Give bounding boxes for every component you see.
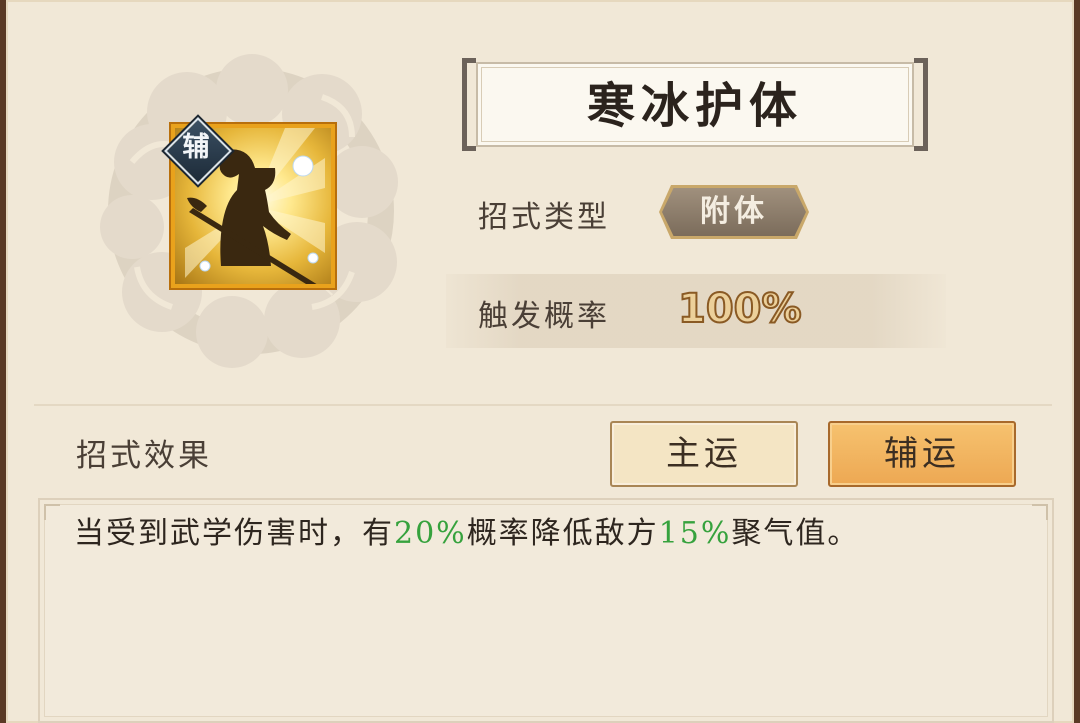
title-bracket-right xyxy=(914,58,928,151)
tab-assist-run[interactable]: 辅运 xyxy=(828,421,1016,487)
type-label: 招式类型 xyxy=(478,200,610,235)
corner-ornament xyxy=(1032,504,1048,520)
desc-value-chance: 20% xyxy=(394,516,467,551)
skill-detail-panel: 辅 寒冰护体 招式类型 附体 触发概率 100% 招式效果 主运 辅运 当受到武… xyxy=(6,0,1074,723)
effect-description: 当受到武学伤害时，有20%概率降低敌方15%聚气值。 xyxy=(74,512,1034,556)
title-bracket-left xyxy=(462,58,476,151)
type-badge: 附体 xyxy=(662,188,806,236)
desc-part-2: 概率降低敌方 xyxy=(466,516,659,551)
desc-part-3: 聚气值。 xyxy=(731,516,860,551)
tab-main-run[interactable]: 主运 xyxy=(610,421,798,487)
role-badge: 辅 xyxy=(164,117,232,185)
corner-ornament xyxy=(44,504,60,520)
skill-title: 寒冰护体 xyxy=(476,62,914,147)
rate-value: 100% xyxy=(677,285,803,333)
section-divider xyxy=(34,404,1052,406)
effect-section-label: 招式效果 xyxy=(76,438,212,474)
role-badge-text: 辅 xyxy=(182,132,210,163)
desc-part-1: 当受到武学伤害时，有 xyxy=(74,516,394,551)
skill-title-frame: 寒冰护体 xyxy=(462,58,928,151)
desc-value-reduction: 15% xyxy=(658,516,732,551)
rate-label: 触发概率 xyxy=(478,299,610,334)
